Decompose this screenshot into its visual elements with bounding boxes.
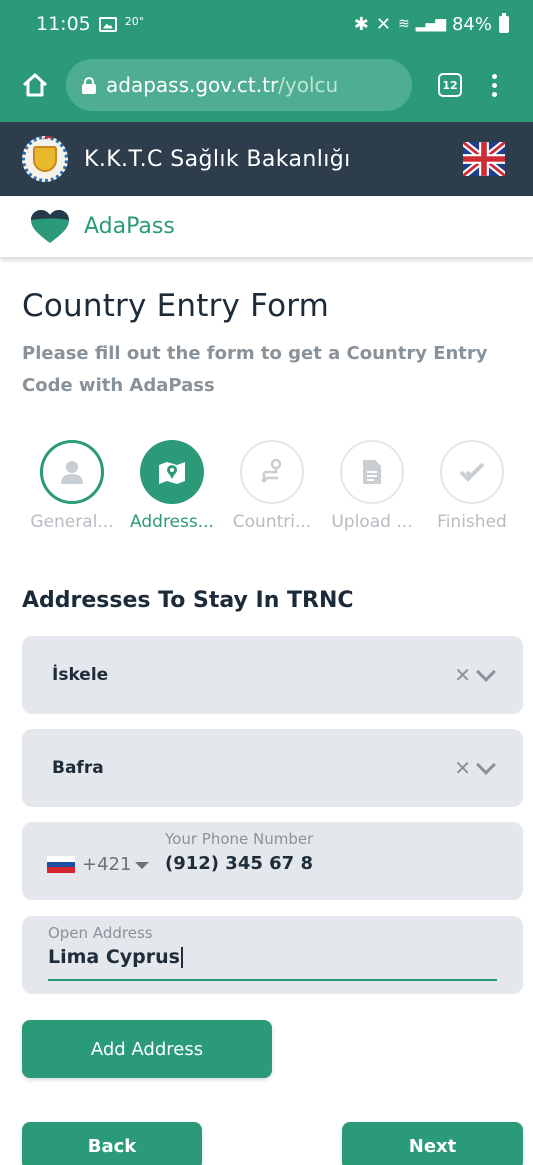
status-temperature: 20° — [124, 14, 145, 28]
url-field[interactable]: adapass.gov.ct.tr/yolcu — [66, 59, 412, 111]
battery-icon — [499, 12, 509, 33]
status-bar: 11:05 20° ✱ ✕ ≋ ▂▄▆ 84% — [0, 0, 533, 48]
bluetooth-icon: ✱ — [353, 13, 369, 35]
route-icon — [240, 440, 304, 504]
page-subtitle: Please fill out the form to get a Countr… — [22, 343, 488, 396]
tab-switcher-button[interactable]: 12 — [438, 73, 462, 97]
clear-icon[interactable]: ✕ — [454, 756, 471, 780]
add-address-button[interactable]: Add Address — [22, 1020, 272, 1078]
form-stepper: General... Address... Countri... Upload … — [22, 440, 522, 540]
step-label: Finished — [437, 512, 507, 532]
site-header: K.K.T.C Sağlık Bakanlığı — [0, 122, 533, 196]
open-address-label: Open Address — [48, 924, 153, 942]
village-select[interactable]: Bafra ✕ — [22, 729, 523, 807]
step-label: General... — [30, 512, 114, 532]
tab-count: 12 — [442, 78, 458, 92]
person-icon — [40, 440, 104, 504]
chevron-down-icon[interactable] — [476, 755, 496, 775]
open-address-text: Lima Cyprus — [48, 946, 180, 968]
url-host: adapass.gov.ct.tr — [106, 73, 279, 97]
step-label: Address... — [130, 512, 214, 532]
signal-icon: ▂▄▆ — [415, 16, 446, 32]
clear-icon[interactable]: ✕ — [454, 663, 471, 687]
site-title: K.K.T.C Sağlık Bakanlığı — [84, 146, 351, 172]
phone-field[interactable]: Your Phone Number +421 (912) 345 67 8 — [22, 822, 523, 900]
village-value: Bafra — [52, 758, 104, 778]
next-button[interactable]: Next — [342, 1122, 523, 1165]
mute-icon: ✕ — [375, 13, 391, 35]
district-value: İskele — [52, 665, 109, 685]
step-label: Upload ... — [331, 512, 413, 532]
step-finished[interactable]: Finished — [422, 440, 522, 532]
lock-icon — [82, 76, 96, 94]
more-menu-icon[interactable] — [492, 73, 497, 97]
document-icon — [340, 440, 404, 504]
text-cursor — [181, 947, 183, 968]
battery-level: 84% — [451, 13, 492, 35]
back-button[interactable]: Back — [22, 1122, 202, 1165]
url-path: /yolcu — [278, 73, 339, 97]
step-general[interactable]: General... — [22, 440, 122, 532]
dial-code[interactable]: +421 — [82, 854, 131, 875]
app-name: AdaPass — [84, 214, 175, 239]
gallery-icon — [98, 16, 117, 32]
emblem-logo — [22, 136, 68, 182]
open-address-field[interactable]: Open Address Lima Cyprus — [22, 916, 523, 994]
check-icon — [440, 440, 504, 504]
district-select[interactable]: İskele ✕ — [22, 636, 523, 714]
step-label: Countri... — [232, 512, 312, 532]
slovakia-flag-icon[interactable] — [47, 856, 75, 873]
step-address[interactable]: Address... — [122, 440, 222, 532]
chevron-down-icon[interactable] — [476, 662, 496, 682]
map-pin-icon — [140, 440, 204, 504]
input-underline — [48, 979, 497, 981]
heart-logo-icon — [31, 209, 69, 243]
page-title: Country Entry Form — [22, 288, 330, 324]
section-title: Addresses To Stay In TRNC — [22, 588, 354, 613]
browser-toolbar: adapass.gov.ct.tr/yolcu 12 — [0, 48, 533, 122]
app-bar: AdaPass — [0, 196, 533, 258]
country-dropdown-icon[interactable] — [135, 862, 149, 869]
step-countries[interactable]: Countri... — [222, 440, 322, 532]
phone-label: Your Phone Number — [165, 830, 314, 848]
open-address-input[interactable]: Lima Cyprus — [48, 946, 183, 968]
status-time: 11:05 — [36, 13, 91, 35]
wifi-icon: ≋ — [397, 16, 410, 32]
step-upload[interactable]: Upload ... — [322, 440, 422, 532]
phone-input[interactable]: (912) 345 67 8 — [165, 853, 313, 874]
home-icon[interactable] — [20, 70, 50, 100]
uk-flag-language-icon[interactable] — [463, 142, 505, 176]
